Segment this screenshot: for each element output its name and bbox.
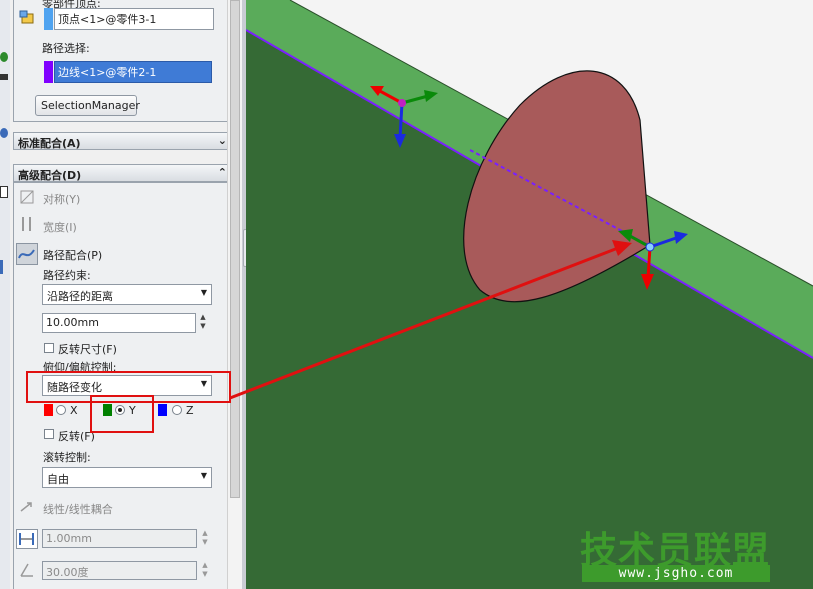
path-constraint-value: 沿路径的距离 — [47, 290, 113, 303]
watermark: 技术员联盟 www.jsgho.com — [580, 520, 780, 585]
property-manager-panel: 零部件顶点: 顶点<1>@零件3-1 路径选择: 边线<1>@零件2-1 Sel… — [10, 0, 235, 589]
panel-scrollbar[interactable] — [227, 0, 243, 589]
path-selection-swatch — [44, 61, 53, 83]
selection-manager-button[interactable]: SelectionManager — [35, 95, 140, 116]
angle-mate-input[interactable]: 30.00度 — [42, 561, 197, 580]
linear-coupler-icon[interactable] — [18, 498, 36, 516]
flip-dimension-checkbox[interactable] — [44, 343, 54, 353]
path-constraint-label: 路径约束: — [43, 269, 91, 282]
x-axis-color-icon — [44, 404, 53, 416]
width-icon[interactable] — [18, 215, 36, 233]
bar-icon[interactable] — [0, 260, 3, 274]
component-vertex-icon — [19, 8, 37, 26]
distance-mate-spinner[interactable]: ▲ ▼ — [199, 529, 211, 549]
solidworks-window: 零部件顶点: 顶点<1>@零件3-1 路径选择: 边线<1>@零件2-1 Sel… — [0, 0, 813, 589]
flip-dimension-label[interactable]: 反转尺寸(F) — [58, 341, 117, 357]
graphics-viewport[interactable] — [246, 0, 813, 589]
width-label[interactable]: 宽度(I) — [43, 219, 77, 235]
z-axis-label[interactable]: Z — [186, 404, 194, 417]
y-axis-highlight-box — [90, 395, 154, 433]
double-chevron-up-icon[interactable]: ⌃ — [218, 166, 227, 179]
distance-input[interactable]: 10.00mm — [42, 313, 196, 333]
distance-mate-icon — [16, 529, 38, 549]
z-axis-color-icon — [158, 404, 167, 416]
path-selection-label: 路径选择: — [42, 42, 90, 55]
roll-control-dropdown[interactable]: 自由 ▼ — [42, 467, 212, 488]
angle-mate-spinner[interactable]: ▲ ▼ — [199, 561, 211, 581]
advanced-mates-title: 高级配合(D) — [18, 169, 82, 182]
panel-scrollbar-thumb[interactable] — [230, 0, 240, 498]
blue-circle-icon[interactable] — [0, 128, 8, 138]
advanced-mates-header[interactable]: 高级配合(D) ⌃ — [13, 164, 233, 182]
angle-mate-icon — [18, 561, 36, 579]
double-chevron-down-icon[interactable]: ⌄ — [218, 134, 227, 147]
m-icon[interactable] — [0, 74, 8, 80]
flip-checkbox[interactable] — [44, 429, 54, 439]
distance-mate-input[interactable]: 1.00mm — [42, 529, 197, 548]
path-selection-field[interactable]: 边线<1>@零件2-1 — [54, 61, 212, 83]
distance-spinner[interactable]: ▲ ▼ — [197, 313, 209, 333]
roll-control-label: 滚转控制: — [43, 451, 91, 464]
dropdown-arrow-icon: ▼ — [200, 288, 207, 297]
dropdown-arrow-icon: ▼ — [200, 471, 207, 480]
path-mate-label[interactable]: 路径配合(P) — [43, 247, 102, 263]
z-axis-radio[interactable] — [172, 405, 182, 415]
symmetric-label[interactable]: 对称(Y) — [43, 191, 80, 207]
component-vertex-field[interactable]: 顶点<1>@零件3-1 — [54, 8, 214, 30]
vertex-selection-swatch — [44, 8, 53, 30]
roll-control-value: 自由 — [47, 473, 69, 486]
x-axis-label[interactable]: X — [70, 404, 78, 417]
model-scene — [246, 0, 813, 589]
linear-coupler-label[interactable]: 线性/线性耦合 — [43, 501, 113, 517]
symmetric-icon[interactable] — [18, 188, 36, 206]
path-mate-icon[interactable] — [16, 243, 38, 265]
standard-mates-title: 标准配合(A) — [18, 137, 81, 150]
path-constraint-dropdown[interactable]: 沿路径的距离 ▼ — [42, 284, 212, 305]
green-dot-icon[interactable] — [0, 52, 8, 62]
x-axis-radio[interactable] — [56, 405, 66, 415]
standard-mates-header[interactable]: 标准配合(A) ⌄ — [13, 132, 233, 150]
document-icon[interactable] — [0, 186, 8, 198]
watermark-url: www.jsgho.com — [582, 565, 770, 582]
